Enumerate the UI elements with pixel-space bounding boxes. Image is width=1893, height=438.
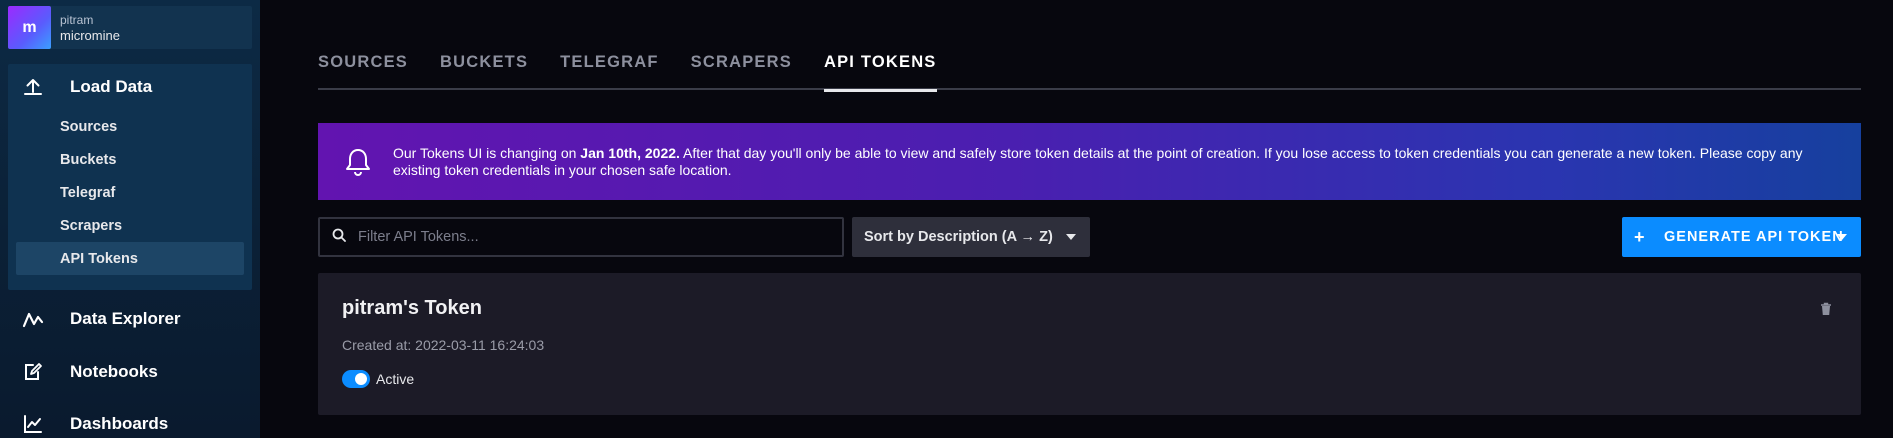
sort-label: Sort by Description (A → Z): [864, 229, 1053, 245]
trash-icon[interactable]: [1819, 302, 1833, 316]
upload-icon: [20, 76, 46, 98]
tab-buckets[interactable]: BUCKETS: [440, 44, 528, 90]
sidebar: m pitram micromine Load Data Sources Buc…: [0, 0, 260, 438]
tab-telegraf[interactable]: TELEGRAF: [560, 44, 659, 90]
sidebar-item-buckets[interactable]: Buckets: [16, 143, 244, 176]
generate-api-token-label: GENERATE API TOKEN: [1664, 229, 1844, 245]
caret-down-icon: [1066, 234, 1076, 240]
generate-api-token-button[interactable]: + GENERATE API TOKEN: [1622, 217, 1861, 257]
token-name[interactable]: pitram's Token: [342, 297, 482, 320]
token-status: Active: [342, 370, 414, 388]
org-switcher[interactable]: m pitram micromine: [8, 6, 252, 49]
tab-scrapers[interactable]: SCRAPERS: [691, 44, 792, 90]
banner-text-before: Our Tokens UI is changing on: [393, 144, 581, 161]
load-data-tabs: SOURCES BUCKETS TELEGRAF SCRAPERS API TO…: [318, 44, 1861, 92]
tab-sources[interactable]: SOURCES: [318, 44, 408, 90]
nav-data-explorer-label: Data Explorer: [70, 309, 181, 328]
nav-load-data[interactable]: Load Data: [8, 64, 252, 110]
search-icon: [332, 228, 346, 247]
org-avatar: m: [8, 6, 51, 49]
search-input[interactable]: [358, 229, 818, 245]
notebook-icon: [20, 361, 46, 383]
org-user: pitram: [60, 12, 94, 27]
token-card: pitram's Token Created at: 2022-03-11 16…: [318, 273, 1861, 415]
notice-banner: Our Tokens UI is changing on Jan 10th, 2…: [318, 123, 1861, 200]
graph-icon: [20, 308, 46, 330]
nav-notebooks[interactable]: Notebooks: [8, 349, 252, 395]
token-status-label: Active: [376, 371, 415, 387]
org-name: micromine: [60, 27, 120, 43]
active-toggle[interactable]: [342, 370, 370, 388]
banner-text: Our Tokens UI is changing on Jan 10th, 2…: [393, 145, 1833, 179]
bell-icon: [328, 123, 388, 200]
sidebar-item-api-tokens[interactable]: API Tokens: [16, 242, 244, 275]
search-box: [318, 217, 844, 257]
nav-dashboards[interactable]: Dashboards: [8, 401, 252, 438]
token-created-at: Created at: 2022-03-11 16:24:03: [342, 337, 545, 353]
sidebar-item-scrapers[interactable]: Scrapers: [16, 209, 244, 242]
plus-icon: +: [1634, 226, 1646, 247]
nav-load-data-label: Load Data: [70, 77, 153, 96]
caret-down-icon[interactable]: [1837, 234, 1847, 240]
tab-api-tokens[interactable]: API TOKENS: [823, 44, 937, 92]
nav-notebooks-label: Notebooks: [70, 362, 158, 381]
sidebar-item-sources[interactable]: Sources: [16, 110, 244, 143]
sidebar-item-telegraf[interactable]: Telegraf: [16, 176, 244, 209]
nav-dashboards-label: Dashboards: [70, 414, 169, 433]
org-text: pitram micromine: [60, 13, 120, 43]
chart-icon: [20, 413, 46, 435]
sort-dropdown[interactable]: Sort by Description (A → Z): [852, 217, 1090, 257]
banner-date: Jan 10th, 2022.: [580, 144, 680, 161]
nav-data-explorer[interactable]: Data Explorer: [8, 296, 252, 342]
nav-group-load-data: Load Data Sources Buckets Telegraf Scrap…: [8, 64, 252, 290]
